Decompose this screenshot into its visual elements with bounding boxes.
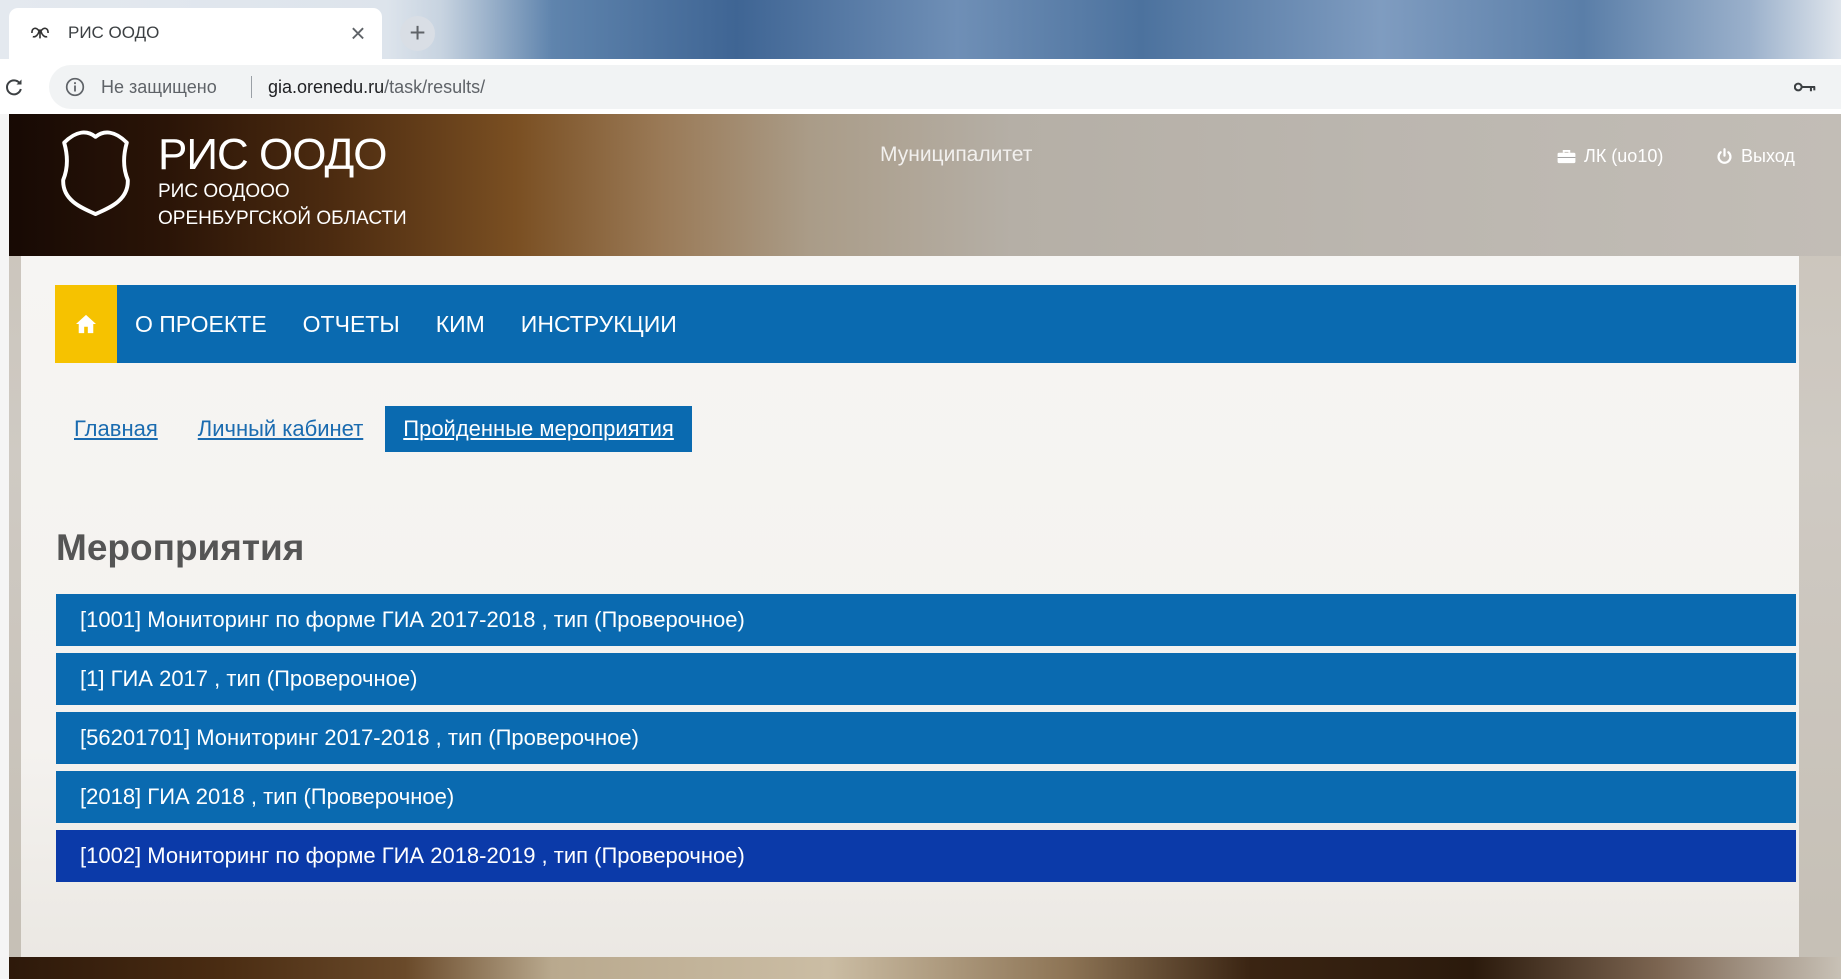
window-edge [0, 114, 9, 979]
briefcase-icon [1557, 149, 1576, 163]
key-icon[interactable] [1794, 81, 1816, 93]
site-logo[interactable]: РИС ООДО РИС ООДООО ОРЕНБУРГСКОЙ ОБЛАСТИ [56, 127, 407, 229]
logout-link[interactable]: Выход [1716, 143, 1795, 169]
logout-label: Выход [1741, 145, 1795, 166]
event-item[interactable]: [2018] ГИА 2018 , тип (Проверочное) [56, 771, 1796, 823]
nav-item-about[interactable]: О ПРОЕКТЕ [117, 285, 285, 363]
breadcrumb: Главная Личный кабинет Пройденные меропр… [56, 406, 696, 452]
account-label: ЛК (uo10) [1584, 145, 1664, 166]
info-icon[interactable] [65, 77, 85, 97]
logo-subtitle: РИС ООДООО ОРЕНБУРГСКОЙ ОБЛАСТИ [158, 178, 407, 232]
reload-icon[interactable] [4, 77, 24, 97]
account-link[interactable]: ЛК (uo10) [1557, 143, 1663, 169]
breadcrumb-home[interactable]: Главная [56, 406, 176, 452]
main-nav: О ПРОЕКТЕ ОТЧЕТЫ КИМ ИНСТРУКЦИИ [55, 285, 1796, 363]
url-text[interactable]: gia.orenedu.ru/task/results/ [268, 65, 485, 109]
events-list: [1001] Мониторинг по форме ГИА 2017-2018… [56, 594, 1796, 889]
breadcrumb-personal-cabinet[interactable]: Личный кабинет [180, 406, 382, 452]
power-icon [1717, 147, 1732, 164]
nav-item-kim[interactable]: КИМ [418, 285, 503, 363]
logo-title: РИС ООДО [158, 130, 387, 179]
logo-subtitle-line-1: РИС ООДООО [158, 181, 290, 202]
tab-title: РИС ООДО [68, 23, 160, 42]
nav-item-instructions[interactable]: ИНСТРУКЦИИ [503, 285, 695, 363]
browser-tab-strip: РИС ООДО × + [0, 0, 1841, 59]
home-icon [76, 314, 96, 334]
tab-close-button[interactable]: × [344, 17, 372, 49]
site-favicon-icon [31, 27, 49, 39]
shield-logo-icon [61, 130, 130, 217]
url-path: /task/results/ [384, 77, 486, 97]
address-bar[interactable]: Не защищено gia.orenedu.ru/task/results/ [49, 65, 1841, 109]
footer-background [0, 957, 1841, 979]
event-item[interactable]: [1] ГИА 2017 , тип (Проверочное) [56, 653, 1796, 705]
nav-item-reports[interactable]: ОТЧЕТЫ [285, 285, 418, 363]
address-divider [251, 76, 252, 98]
user-role-label: Муниципалитет [880, 143, 1033, 166]
event-item[interactable]: [56201701] Мониторинг 2017-2018 , тип (П… [56, 712, 1796, 764]
event-item[interactable]: [1001] Мониторинг по форме ГИА 2017-2018… [56, 594, 1796, 646]
event-item[interactable]: [1002] Мониторинг по форме ГИА 2018-2019… [56, 830, 1796, 882]
browser-tab[interactable]: РИС ООДО × [9, 8, 382, 59]
browser-toolbar: Не защищено gia.orenedu.ru/task/results/ [0, 59, 1841, 114]
breadcrumb-completed-events[interactable]: Пройденные мероприятия [385, 406, 692, 452]
nav-home-button[interactable] [55, 285, 117, 363]
page-title: Мероприятия [56, 527, 305, 568]
security-status[interactable]: Не защищено [101, 65, 217, 109]
new-tab-button[interactable]: + [400, 16, 435, 51]
url-host: gia.orenedu.ru [268, 77, 385, 97]
logo-subtitle-line-2: ОРЕНБУРГСКОЙ ОБЛАСТИ [158, 208, 407, 229]
